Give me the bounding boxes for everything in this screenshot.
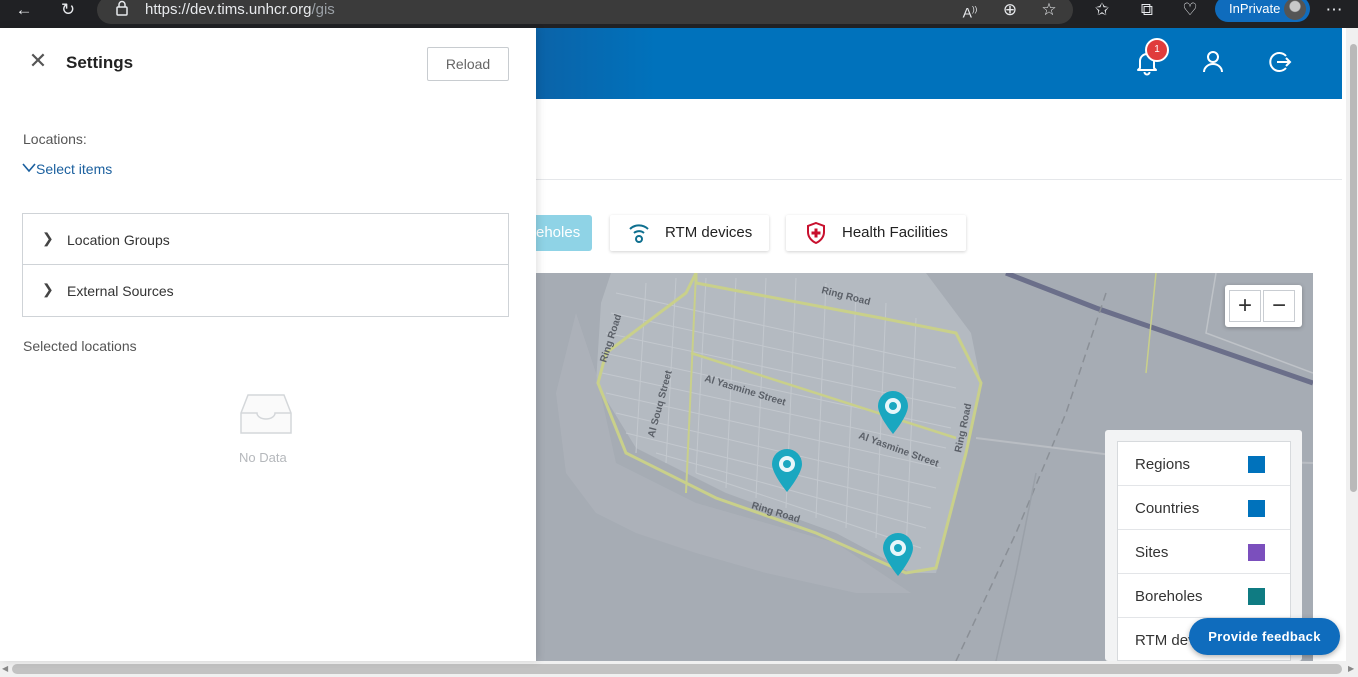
layer-button-rtm-devices[interactable]: RTM devices: [610, 215, 769, 251]
legend-item-label: Boreholes: [1135, 588, 1203, 605]
back-arrow-icon[interactable]: ←: [12, 0, 36, 20]
layer-button-boreholes[interactable]: eholes: [536, 215, 592, 251]
health-shield-icon: [805, 221, 827, 245]
locations-label: Locations:: [23, 131, 87, 147]
layer-button-rtm-devices-label: RTM devices: [665, 224, 753, 241]
wifi-signal-icon: [627, 221, 651, 245]
legend-item[interactable]: Sites: [1118, 530, 1290, 574]
horizontal-scrollbar-thumb[interactable]: [12, 664, 1342, 674]
chevron-down-icon: [22, 160, 36, 173]
select-items-toggle[interactable]: Select items: [22, 160, 112, 177]
accordion-item-location-groups[interactable]: ❯ Location Groups: [23, 214, 508, 265]
provide-feedback-button[interactable]: Provide feedback: [1189, 618, 1340, 655]
scroll-left-arrow-icon[interactable]: ◀: [2, 664, 8, 673]
url-host: https://dev.tims.unhcr.org: [145, 1, 312, 18]
legend-item-label: Sites: [1135, 544, 1169, 561]
zoom-in-button[interactable]: +: [1229, 290, 1261, 322]
read-aloud-icon[interactable]: A)): [958, 0, 982, 21]
page-divider: [536, 179, 1342, 180]
user-profile-icon[interactable]: [1201, 49, 1225, 75]
notification-count-badge: 1: [1145, 38, 1169, 62]
browser-essentials-icon[interactable]: ♡: [1178, 0, 1202, 20]
legend-item-label: Countries: [1135, 500, 1200, 517]
header-shade: [536, 28, 656, 99]
accordion-item-label: External Sources: [67, 283, 174, 299]
browser-toolbar: ← ↻ https://dev.tims.unhcr.org/gis A)) ⊕…: [0, 0, 1358, 28]
inprivate-label: InPrivate: [1229, 1, 1281, 16]
location-accordion: ❯ Location Groups ❯ External Sources: [22, 213, 509, 317]
selected-locations-label: Selected locations: [23, 338, 137, 354]
vertical-scrollbar-thumb[interactable]: [1350, 44, 1357, 492]
more-menu-icon[interactable]: ⋯: [1322, 0, 1346, 20]
collections-icon[interactable]: ⧉: [1135, 0, 1159, 20]
panel-title: Settings: [66, 53, 134, 72]
legend-item-label: Regions: [1135, 456, 1191, 473]
legend-item[interactable]: Countries: [1118, 486, 1290, 530]
layer-button-boreholes-label: eholes: [536, 224, 581, 241]
favorites-list-icon[interactable]: ✩: [1090, 0, 1114, 20]
url-text[interactable]: https://dev.tims.unhcr.org/gis: [145, 1, 335, 19]
legend-swatch: [1248, 500, 1265, 517]
refresh-icon[interactable]: ↻: [56, 0, 80, 20]
select-items-label: Select items: [36, 161, 113, 177]
favorite-star-icon[interactable]: ☆: [1037, 0, 1061, 20]
legend-swatch: [1248, 544, 1265, 561]
legend-item-label: RTM dev: [1135, 632, 1196, 649]
url-path: /gis: [311, 1, 335, 18]
legend-item[interactable]: Boreholes: [1118, 574, 1290, 618]
zoom-controls: + −: [1225, 285, 1302, 327]
close-icon[interactable]: ✕: [27, 50, 49, 72]
accordion-item-label: Location Groups: [67, 232, 170, 248]
layer-button-health-facilities[interactable]: Health Facilities: [786, 215, 966, 251]
legend-swatch: [1248, 588, 1265, 605]
scroll-right-arrow-icon[interactable]: ▶: [1348, 664, 1354, 673]
zoom-out-button[interactable]: −: [1263, 290, 1295, 322]
lock-icon: [110, 0, 134, 20]
zoom-icon[interactable]: ⊕: [998, 0, 1022, 20]
layer-button-health-facilities-label: Health Facilities: [842, 224, 948, 241]
accordion-item-external-sources[interactable]: ❯ External Sources: [23, 265, 508, 316]
chevron-right-icon: ❯: [42, 230, 54, 246]
chevron-right-icon: ❯: [42, 281, 54, 297]
no-data-label: No Data: [239, 450, 287, 465]
logout-icon[interactable]: [1266, 49, 1292, 75]
legend-swatch: [1248, 456, 1265, 473]
reload-button[interactable]: Reload: [427, 47, 509, 81]
legend-item[interactable]: Regions: [1118, 442, 1290, 486]
empty-inbox-icon: [240, 393, 292, 435]
